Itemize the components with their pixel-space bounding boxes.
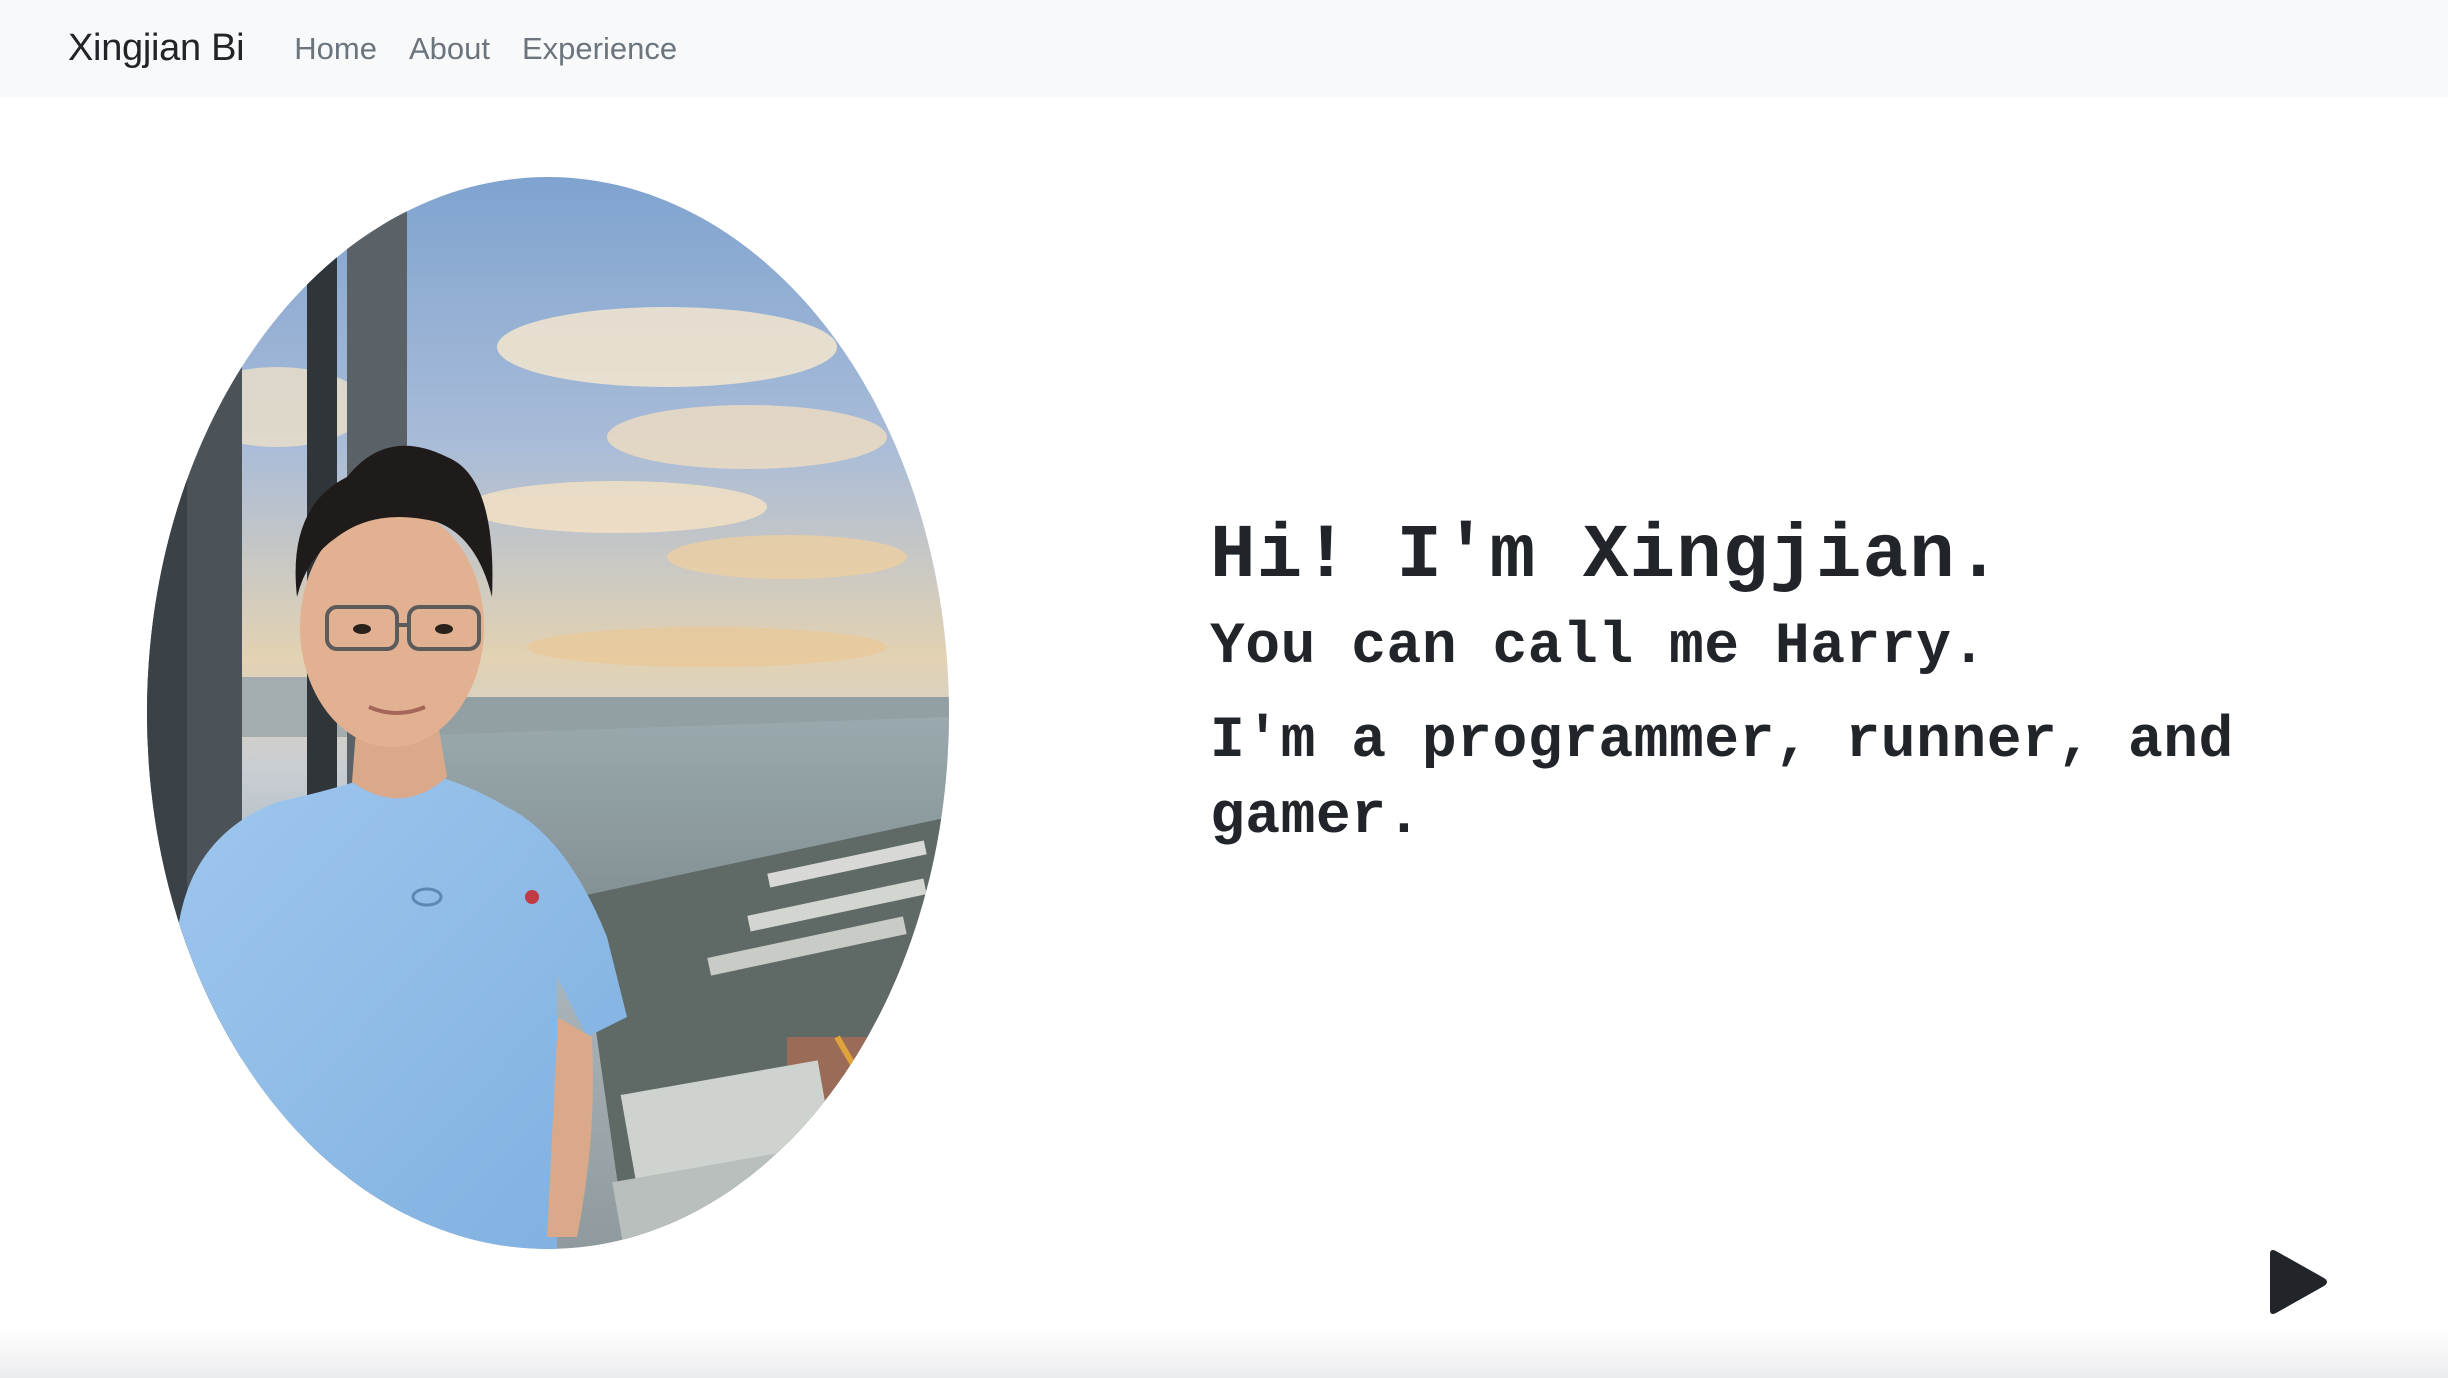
brand-link[interactable]: Xingjian Bi bbox=[68, 27, 245, 70]
hero-title: Hi! I'm Xingjian. bbox=[1210, 513, 2003, 599]
hero-hobbies-line: I'm a programmer, runner, and gamer. bbox=[1210, 709, 2234, 850]
page: Xingjian Bi Home About Experience Hi! I'… bbox=[0, 0, 2448, 1378]
hero-nickname-line: You can call me Harry. bbox=[1210, 615, 1987, 680]
play-icon bbox=[2270, 1250, 2327, 1314]
nav-links: Home About Experience bbox=[294, 31, 677, 67]
page-bottom-shadow bbox=[0, 1328, 2448, 1378]
nav-link-home[interactable]: Home bbox=[294, 31, 377, 67]
nav-link-experience[interactable]: Experience bbox=[522, 31, 677, 67]
nav-link-about[interactable]: About bbox=[409, 31, 490, 67]
hero-intro: Hi! I'm Xingjian. You can call me Harry.… bbox=[1210, 510, 2310, 856]
play-button[interactable] bbox=[2262, 1248, 2332, 1316]
navbar: Xingjian Bi Home About Experience bbox=[0, 0, 2448, 97]
profile-photo bbox=[147, 177, 949, 1249]
